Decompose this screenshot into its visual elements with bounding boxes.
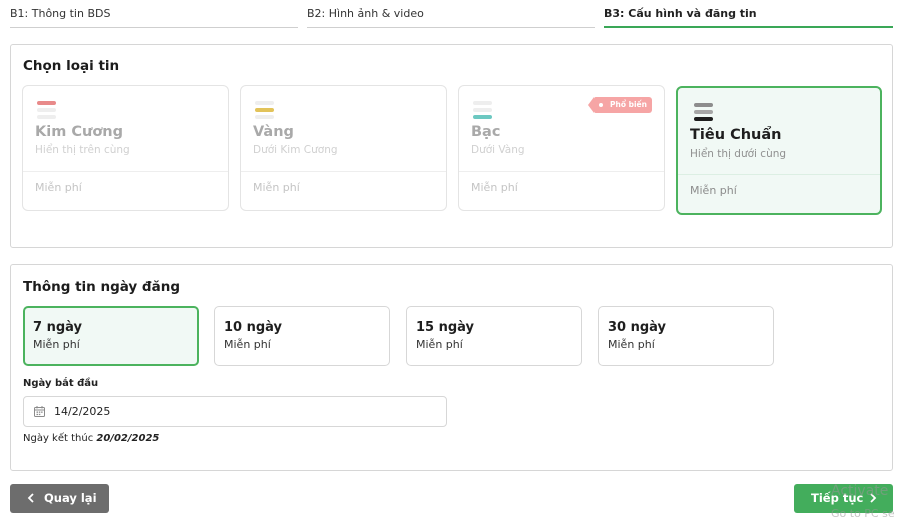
listing-card-price: Miễn phí [690, 184, 737, 197]
duration-option-10[interactable]: 10 ngày Miễn phí [214, 306, 390, 366]
chevron-left-icon [27, 493, 34, 503]
divider [23, 171, 228, 172]
end-date-label: Ngày kết thúc [23, 433, 94, 444]
duration-option-15[interactable]: 15 ngày Miễn phí [406, 306, 582, 366]
listing-card-name: Bạc [471, 124, 501, 140]
start-date-label: Ngày bắt đầu [23, 378, 99, 389]
step-3-label: B3: Cấu hình và đăng tin [604, 7, 757, 20]
listing-card-desc: Hiển thị trên cùng [35, 144, 130, 156]
back-button[interactable]: Quay lại [10, 484, 109, 513]
step-3-active[interactable]: B3: Cấu hình và đăng tin [604, 6, 893, 28]
end-date-value: 20/02/2025 [96, 433, 160, 444]
listing-card-price: Miễn phí [471, 181, 518, 194]
listing-card-kim-cuong[interactable]: Kim Cương Hiển thị trên cùng Miễn phí [22, 85, 229, 211]
listing-card-name: Kim Cương [35, 124, 123, 140]
listing-card-price: Miễn phí [35, 181, 82, 194]
duration-option-30[interactable]: 30 ngày Miễn phí [598, 306, 774, 366]
duration-label: 30 ngày [608, 320, 667, 335]
step-2[interactable]: B2: Hình ảnh & video [307, 6, 595, 28]
stack-icon [255, 100, 274, 120]
end-date-line: Ngày kết thúc 20/02/2025 [23, 433, 159, 444]
step-progress: B1: Thông tin BDS B2: Hình ảnh & video B… [10, 0, 893, 30]
activation-watermark-title: Activate [831, 483, 889, 499]
listing-card-desc: Dưới Vàng [471, 144, 525, 156]
listing-card-desc: Hiển thị dưới cùng [690, 148, 787, 160]
stack-icon [37, 100, 56, 120]
back-button-label: Quay lại [44, 491, 97, 505]
start-date-input[interactable]: 14/2/2025 [23, 396, 447, 427]
step-2-label: B2: Hình ảnh & video [307, 7, 424, 20]
listing-type-panel: Chọn loại tin Kim Cương Hiển thị trên cù… [10, 44, 893, 248]
divider [459, 171, 664, 172]
listing-card-desc: Dưới Kim Cương [253, 144, 338, 156]
start-date-value: 14/2/2025 [54, 405, 111, 418]
listing-card-name: Tiêu Chuẩn [690, 127, 782, 143]
divider [241, 171, 446, 172]
duration-price: Miễn phí [33, 338, 80, 351]
stack-icon [473, 100, 492, 120]
step-1[interactable]: B1: Thông tin BDS [10, 6, 298, 28]
listing-type-title: Chọn loại tin [23, 58, 120, 74]
listing-card-bac[interactable]: Phổ biến Bạc Dưới Vàng Miễn phí [458, 85, 665, 211]
divider [678, 174, 880, 175]
listing-card-tieu-chuan-selected[interactable]: Tiêu Chuẩn Hiển thị dưới cùng Miễn phí [676, 86, 882, 215]
stack-icon [694, 102, 713, 122]
post-date-title: Thông tin ngày đăng [23, 279, 180, 295]
step-1-label: B1: Thông tin BDS [10, 7, 111, 20]
post-date-panel: Thông tin ngày đăng 7 ngày Miễn phí 10 n… [10, 264, 893, 471]
duration-label: 7 ngày [33, 320, 82, 335]
duration-price: Miễn phí [416, 338, 463, 351]
calendar-icon [34, 406, 45, 417]
popular-badge: Phổ biến [588, 97, 652, 113]
duration-label: 10 ngày [224, 320, 283, 335]
duration-price: Miễn phí [224, 338, 271, 351]
duration-label: 15 ngày [416, 320, 475, 335]
activation-watermark-subtitle: Go to PC se [831, 507, 895, 520]
duration-price: Miễn phí [608, 338, 655, 351]
listing-card-price: Miễn phí [253, 181, 300, 194]
listing-card-name: Vàng [253, 124, 294, 140]
duration-option-7-selected[interactable]: 7 ngày Miễn phí [23, 306, 199, 366]
listing-card-vang[interactable]: Vàng Dưới Kim Cương Miễn phí [240, 85, 447, 211]
